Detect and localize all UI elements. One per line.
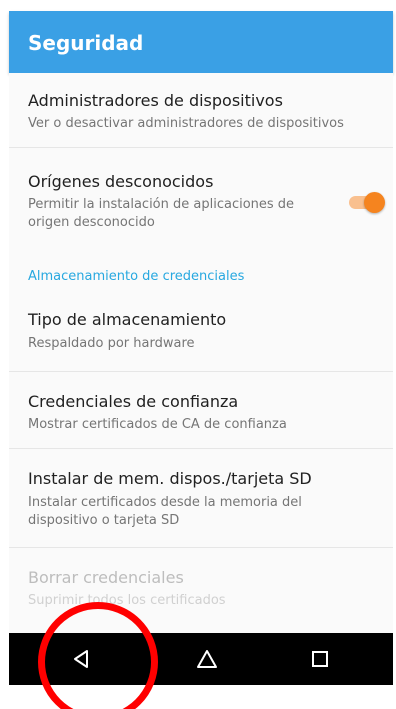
pref-title: Credenciales de confianza [28,392,239,411]
pref-subtitle: Respaldado por hardware [28,336,195,351]
pref-trusted-credentials[interactable]: Credenciales de confianza Mostrar certif… [9,372,393,448]
pref-unknown-sources[interactable]: Orígenes desconocidos Permitir la instal… [9,148,393,254]
pref-storage-type[interactable]: Tipo de almacenamiento Respaldado por ha… [9,295,393,371]
pref-title: Borrar credenciales [28,568,184,587]
app-bar: Seguridad [9,11,393,73]
pref-subtitle: Instalar certificados desde la memoria d… [28,495,302,528]
pref-device-admins[interactable]: Administradores de dispositivos Ver o de… [9,73,393,147]
recents-icon [312,651,328,667]
pref-title: Instalar de mem. dispos./tarjeta SD [28,469,312,488]
home-button[interactable] [167,633,247,685]
page-title: Seguridad [28,31,144,55]
unknown-sources-toggle[interactable] [345,191,385,213]
back-icon [74,650,88,668]
pref-title: Orígenes desconocidos [28,172,214,191]
pref-install-from-sd[interactable]: Instalar de mem. dispos./tarjeta SD Inst… [9,449,393,547]
pref-title: Administradores de dispositivos [28,91,283,110]
pref-subtitle: Mostrar certificados de CA de confianza [28,417,287,432]
home-icon [197,650,217,668]
toggle-thumb [364,192,385,213]
system-navigation-bar [9,633,393,685]
pref-clear-credentials: Borrar credenciales Suprimir todos los c… [9,548,393,633]
settings-list: Administradores de dispositivos Ver o de… [9,73,393,633]
back-button[interactable] [41,633,121,685]
pref-subtitle: Permitir la instalación de aplicaciones … [28,197,295,230]
pref-title: Tipo de almacenamiento [28,310,227,329]
pref-subtitle: Suprimir todos los certificados [28,593,226,608]
pref-subtitle: Ver o desactivar administradores de disp… [28,116,344,131]
recents-button[interactable] [280,633,360,685]
section-header-credential-storage: Almacenamiento de credenciales [28,269,245,284]
